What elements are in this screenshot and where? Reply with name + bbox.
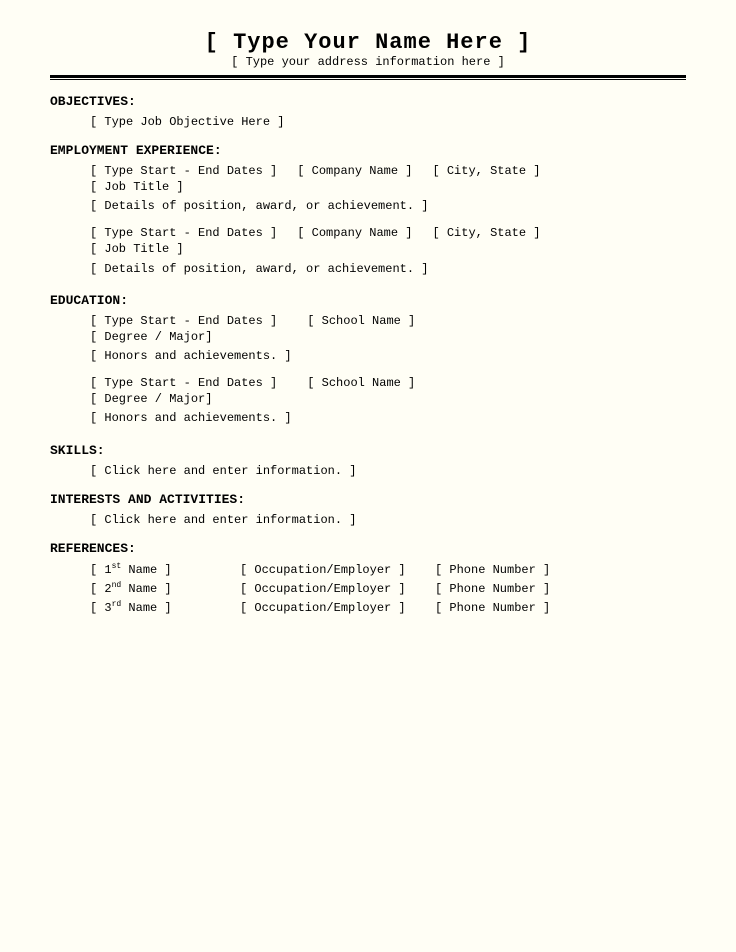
exp2-dates[interactable]: [ Type Start - End Dates ] <box>90 226 277 240</box>
edu1-school[interactable]: [ School Name ] <box>307 314 415 328</box>
reference-row-1: [ 1st Name ] [ Occupation/Employer ] [ P… <box>90 562 686 577</box>
ref1-occupation[interactable]: [ Occupation/Employer ] <box>240 563 415 577</box>
skills-title: SKILLS: <box>50 443 686 458</box>
objectives-text[interactable]: [ Type Job Objective Here ] <box>90 115 686 129</box>
exp2-company[interactable]: [ Company Name ] <box>297 226 412 240</box>
exp2-city[interactable]: [ City, State ] <box>432 226 540 240</box>
edu1-dates[interactable]: [ Type Start - End Dates ] <box>90 314 277 328</box>
resume-paper: [ Type Your Name Here ] [ Type your addr… <box>0 0 736 952</box>
experience-row-1: [ Type Start - End Dates ] [ Company Nam… <box>90 164 686 178</box>
objectives-title: OBJECTIVES: <box>50 94 686 109</box>
exp2-title[interactable]: [ Job Title ] <box>90 240 686 259</box>
page-container: [ Type Your Name Here ] [ Type your addr… <box>0 0 736 952</box>
exp1-details[interactable]: [ Details of position, award, or achieve… <box>90 197 686 216</box>
interests-section: INTERESTS AND ACTIVITIES: [ Click here a… <box>50 492 686 527</box>
education-entry-2: [ Type Start - End Dates ] [ School Name… <box>90 376 686 428</box>
ref2-occupation[interactable]: [ Occupation/Employer ] <box>240 582 415 596</box>
edu2-honors[interactable]: [ Honors and achievements. ] <box>90 409 686 428</box>
ref3-name[interactable]: [ 3rd Name ] <box>90 600 220 615</box>
reference-row-2: [ 2nd Name ] [ Occupation/Employer ] [ P… <box>90 581 686 596</box>
ref1-name[interactable]: [ 1st Name ] <box>90 562 220 577</box>
employment-content: [ Type Start - End Dates ] [ Company Nam… <box>50 164 686 279</box>
ref2-name[interactable]: [ 2nd Name ] <box>90 581 220 596</box>
interests-text[interactable]: [ Click here and enter information. ] <box>90 513 686 527</box>
ref1-phone[interactable]: [ Phone Number ] <box>435 563 555 577</box>
employment-title: EMPLOYMENT EXPERIENCE: <box>50 143 686 158</box>
reference-row-3: [ 3rd Name ] [ Occupation/Employer ] [ P… <box>90 600 686 615</box>
references-section: REFERENCES: [ 1st Name ] [ Occupation/Em… <box>50 541 686 615</box>
name-title[interactable]: [ Type Your Name Here ] <box>50 30 686 55</box>
skills-content: [ Click here and enter information. ] <box>50 464 686 478</box>
education-section: EDUCATION: [ Type Start - End Dates ] [ … <box>50 293 686 429</box>
header-section: [ Type Your Name Here ] [ Type your addr… <box>50 30 686 69</box>
education-entry-1: [ Type Start - End Dates ] [ School Name… <box>90 314 686 366</box>
interests-title: INTERESTS AND ACTIVITIES: <box>50 492 686 507</box>
header-divider-thick <box>50 75 686 78</box>
employment-section: EMPLOYMENT EXPERIENCE: [ Type Start - En… <box>50 143 686 279</box>
exp1-city[interactable]: [ City, State ] <box>432 164 540 178</box>
edu1-honors[interactable]: [ Honors and achievements. ] <box>90 347 686 366</box>
objectives-section: OBJECTIVES: [ Type Job Objective Here ] <box>50 94 686 129</box>
ref2-phone[interactable]: [ Phone Number ] <box>435 582 555 596</box>
education-content: [ Type Start - End Dates ] [ School Name… <box>50 314 686 429</box>
objectives-content: [ Type Job Objective Here ] <box>50 115 686 129</box>
experience-row-2: [ Type Start - End Dates ] [ Company Nam… <box>90 226 686 240</box>
exp2-details[interactable]: [ Details of position, award, or achieve… <box>90 260 686 279</box>
edu1-degree[interactable]: [ Degree / Major] <box>90 328 686 347</box>
edu2-dates[interactable]: [ Type Start - End Dates ] <box>90 376 277 390</box>
interests-content: [ Click here and enter information. ] <box>50 513 686 527</box>
education-title: EDUCATION: <box>50 293 686 308</box>
references-content: [ 1st Name ] [ Occupation/Employer ] [ P… <box>50 562 686 615</box>
education-row-1: [ Type Start - End Dates ] [ School Name… <box>90 314 686 328</box>
ref3-phone[interactable]: [ Phone Number ] <box>435 601 555 615</box>
exp1-company[interactable]: [ Company Name ] <box>297 164 412 178</box>
exp1-title[interactable]: [ Job Title ] <box>90 178 686 197</box>
edu2-school[interactable]: [ School Name ] <box>307 376 415 390</box>
address-line[interactable]: [ Type your address information here ] <box>50 55 686 69</box>
header-divider-thin <box>50 79 686 80</box>
edu2-degree[interactable]: [ Degree / Major] <box>90 390 686 409</box>
skills-section: SKILLS: [ Click here and enter informati… <box>50 443 686 478</box>
skills-text[interactable]: [ Click here and enter information. ] <box>90 464 686 478</box>
education-row-2: [ Type Start - End Dates ] [ School Name… <box>90 376 686 390</box>
exp1-dates[interactable]: [ Type Start - End Dates ] <box>90 164 277 178</box>
ref3-occupation[interactable]: [ Occupation/Employer ] <box>240 601 415 615</box>
experience-entry-2: [ Type Start - End Dates ] [ Company Nam… <box>90 226 686 278</box>
experience-entry-1: [ Type Start - End Dates ] [ Company Nam… <box>90 164 686 216</box>
references-title: REFERENCES: <box>50 541 686 556</box>
